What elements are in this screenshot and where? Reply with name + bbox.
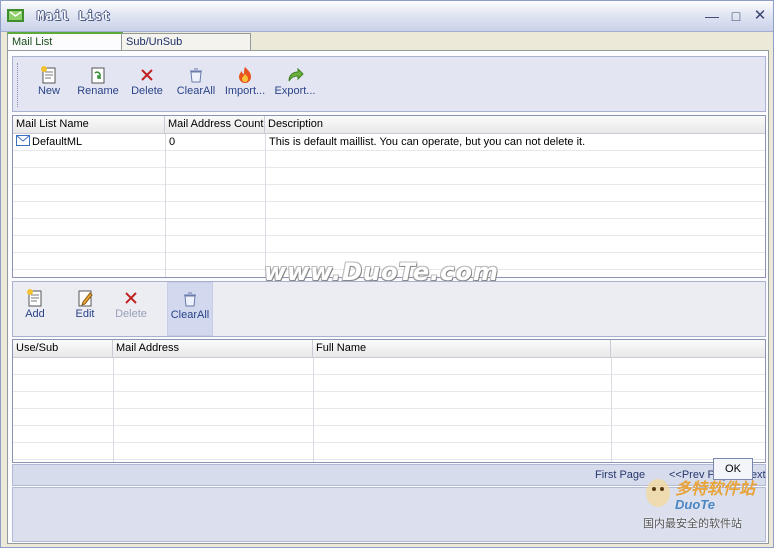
col-use-sub[interactable]: Use/Sub (13, 340, 113, 357)
watermark-line1: 多特软件站 (675, 481, 756, 498)
import-label: Import... (224, 85, 266, 97)
member-table-body (13, 358, 765, 462)
tab-sub-unsub-management[interactable]: Sub/UnSub Management (121, 33, 251, 64)
delete-icon (125, 292, 137, 304)
new-icon (41, 66, 56, 84)
delete-list-button[interactable]: Delete (127, 65, 167, 97)
add-label: Add (25, 308, 45, 320)
member-table: Use/Sub Mail Address Full Name (12, 339, 766, 463)
list-toolbar: New Rename Delete ClearAll Import... Exp… (12, 56, 766, 112)
clearall-member-button[interactable]: ClearAll (167, 282, 213, 336)
maximize-icon[interactable]: □ (727, 7, 745, 25)
column-divider (313, 358, 314, 462)
cell-mail-list-name: DefaultML (13, 134, 165, 151)
toolbar-grip[interactable] (17, 63, 20, 107)
clear-bin-icon (184, 292, 196, 307)
column-divider (113, 358, 114, 462)
app-icon (7, 9, 24, 22)
title-bar[interactable]: Mail List — □ ✕ (1, 1, 773, 32)
cell-description: This is default maillist. You can operat… (269, 136, 586, 148)
close-icon[interactable]: ✕ (751, 7, 769, 25)
col-description[interactable]: Description (265, 116, 765, 133)
export-button[interactable]: Export... (271, 65, 319, 97)
col-extra[interactable] (611, 340, 765, 357)
member-toolbar: Add Edit Delete ClearAll (12, 281, 766, 337)
watermark-line2: DuoTe (675, 497, 715, 512)
mail-list-table: Mail List Name Mail Address Count Descri… (12, 115, 766, 278)
clearall-label: ClearAll (176, 85, 216, 97)
new-button[interactable]: New (29, 65, 69, 97)
envelope-icon (16, 135, 30, 146)
import-icon (239, 67, 251, 83)
add-icon (27, 289, 42, 307)
member-table-header: Use/Sub Mail Address Full Name (13, 340, 765, 358)
delete-member-button[interactable]: Delete (111, 288, 151, 320)
delete-icon (141, 69, 153, 81)
export-label: Export... (274, 85, 316, 97)
corner-watermark: 多特软件站 DuoTe 国内最安全的软件站 (641, 469, 773, 535)
col-full-name[interactable]: Full Name (313, 340, 611, 357)
col-mail-address[interactable]: Mail Address (113, 340, 313, 357)
rename-icon (91, 67, 105, 84)
list-table-body (13, 134, 765, 277)
column-divider (611, 358, 612, 462)
rename-label: Rename (77, 85, 119, 97)
clearall-label: ClearAll (170, 309, 210, 321)
column-divider (165, 134, 166, 277)
col-mail-address-count[interactable]: Mail Address Count (165, 116, 265, 133)
clear-bin-icon (190, 68, 202, 83)
clearall-list-button[interactable]: ClearAll (175, 65, 217, 97)
watermark-line3: 国内最安全的软件站 (643, 518, 742, 530)
first-page-link[interactable]: First Page (595, 469, 645, 481)
list-table-header: Mail List Name Mail Address Count Descri… (13, 116, 765, 134)
export-icon (288, 67, 304, 82)
delete-label: Delete (115, 308, 147, 320)
tab-mail-list-management[interactable]: Mail List Management (7, 32, 123, 64)
mail-list-window: Mail List — □ ✕ Mail List Management Sub… (0, 0, 774, 548)
column-divider (265, 134, 266, 277)
window-title: Mail List (37, 9, 112, 23)
edit-button[interactable]: Edit (65, 288, 105, 320)
new-label: New (37, 85, 60, 97)
rename-button[interactable]: Rename (75, 65, 121, 97)
mascot-icon (646, 479, 670, 507)
import-button[interactable]: Import... (221, 65, 269, 97)
edit-icon (78, 290, 93, 307)
cell-address-count: 0 (169, 136, 176, 148)
table-row[interactable]: DefaultML 0 This is default maillist. Yo… (13, 134, 765, 151)
list-name-text: DefaultML (32, 136, 83, 148)
add-button[interactable]: Add (15, 288, 55, 320)
minimize-icon[interactable]: — (703, 7, 721, 25)
edit-label: Edit (75, 308, 95, 320)
col-mail-list-name[interactable]: Mail List Name (13, 116, 165, 133)
delete-label: Delete (131, 85, 163, 97)
